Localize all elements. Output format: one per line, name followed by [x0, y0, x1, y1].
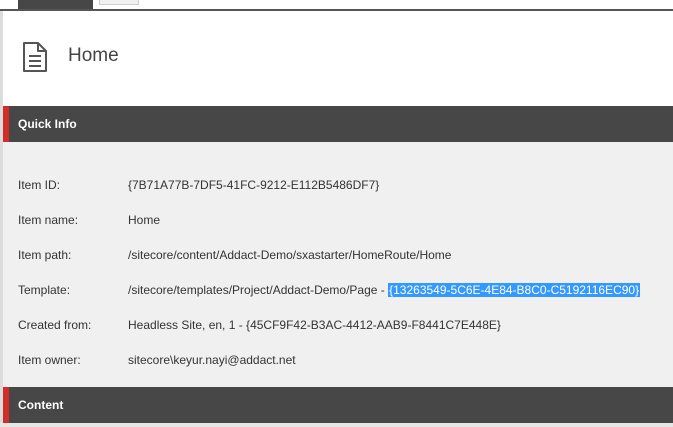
section-quick-info[interactable]: Quick Info: [3, 106, 673, 142]
item-header: Home: [0, 11, 673, 106]
item-owner-value: sitecore\keyur.nayi@addact.net: [128, 353, 296, 367]
item-path-label: Item path:: [18, 248, 72, 262]
created-from-label: Created from:: [18, 318, 92, 332]
section-quick-info-label: Quick Info: [18, 117, 77, 131]
item-name-label: Item name:: [18, 213, 79, 227]
bottom-strip: [0, 423, 673, 427]
document-icon: [23, 42, 47, 72]
tab-strip: [0, 0, 673, 11]
page-title: Home: [68, 45, 119, 66]
template-label: Template:: [18, 283, 71, 297]
template-id-selected[interactable]: {13263549-5C6E-4E84-B8C0-C5192116EC90}: [388, 283, 641, 297]
tab-inactive[interactable]: [99, 0, 139, 5]
item-name-value: Home: [128, 213, 161, 227]
item-path-value: /sitecore/content/Addact-Demo/sxastarter…: [128, 248, 452, 262]
section-content[interactable]: Content: [3, 387, 673, 423]
template-value: /sitecore/templates/Project/Addact-Demo/…: [128, 283, 641, 297]
item-id-value: {7B71A77B-7DF5-41FC-9212-E112B5486DF7}: [128, 178, 380, 192]
content-editor-page: Home Quick Info Item ID: {7B71A77B-7DF5-…: [0, 0, 673, 427]
created-from-value[interactable]: Headless Site, en, 1 - {45CF9F42-B3AC-44…: [128, 318, 501, 332]
section-content-label: Content: [18, 398, 64, 412]
template-path-link[interactable]: /sitecore/templates/Project/Addact-Demo/…: [128, 283, 388, 297]
quick-info-panel: Item ID: {7B71A77B-7DF5-41FC-9212-E112B5…: [3, 142, 673, 387]
tab-active[interactable]: [18, 0, 93, 9]
item-owner-label: Item owner:: [18, 353, 81, 367]
item-id-label: Item ID:: [18, 178, 61, 192]
